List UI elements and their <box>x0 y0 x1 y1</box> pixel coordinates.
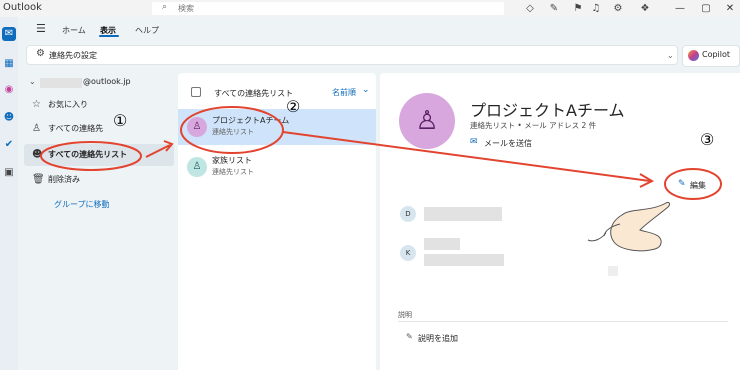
list-header: すべての連絡先リスト <box>214 89 294 98</box>
folder-deleted[interactable]: 🗑 削除済み <box>24 169 176 191</box>
list-item-type: 連絡先リスト <box>212 168 254 176</box>
chevron-expand-icon[interactable]: ⌄ <box>29 77 36 86</box>
apps-icon[interactable]: ▣ <box>2 166 16 180</box>
ribbon: ⚙ 連絡先の設定 ⌄ <box>26 45 678 65</box>
edit-button[interactable]: 編集 <box>690 180 706 191</box>
person-icon: ♙ <box>32 123 41 134</box>
account-email[interactable]: @outlook.jp <box>83 77 131 86</box>
mail-icon: ✉ <box>470 137 478 147</box>
copilot-rail-icon[interactable]: ◉ <box>2 83 16 97</box>
list-item[interactable]: ♙ プロジェクトAチーム 連絡先リスト <box>178 109 376 145</box>
account-name-redacted <box>40 78 82 88</box>
member-name-redacted <box>424 238 460 250</box>
description-label: 説明 <box>398 311 412 319</box>
contact-list-avatar-large-icon: ♙ <box>399 93 455 149</box>
tab-home[interactable]: ホーム <box>62 25 86 36</box>
diamond-icon[interactable]: ◇ <box>522 1 538 16</box>
folder-all-contacts[interactable]: ♙ すべての連絡先 <box>24 118 176 140</box>
member-email-redacted <box>424 254 504 266</box>
contact-detail-pane: ♙ プロジェクトAチーム 連絡先リスト • メール アドレス 2 件 ✉ メール… <box>380 73 740 370</box>
app-rail: ✉ ▦ ◉ ☻ ✔ ▣ <box>0 17 18 370</box>
folder-pane: ⌄ @outlook.jp ☆ お気に入り ♙ すべての連絡先 ☻ すべての連絡先リス… <box>24 73 176 370</box>
pencil-icon: ✎ <box>678 179 686 189</box>
people-app-icon[interactable]: ☻ <box>2 111 16 125</box>
copilot-app-icon[interactable]: ❖ <box>637 1 653 16</box>
folder-favorites[interactable]: ☆ お気に入り <box>24 94 176 116</box>
contact-list-avatar-icon: ♙ <box>187 157 207 177</box>
star-icon: ☆ <box>32 99 41 110</box>
tab-help[interactable]: ヘルプ <box>135 25 159 36</box>
calendar-app-icon[interactable]: ▦ <box>2 57 16 71</box>
app-title: Outlook <box>3 2 42 13</box>
list-item-type: 連絡先リスト <box>212 128 254 136</box>
chevron-down-icon[interactable]: ⌄ <box>667 51 674 60</box>
megaphone-icon[interactable]: ⚑ <box>570 1 586 16</box>
list-item-name: プロジェクトAチーム <box>212 116 290 125</box>
member-avatar: K <box>400 245 416 261</box>
trash-icon: 🗑 <box>32 174 45 185</box>
send-mail-button[interactable]: メールを送信 <box>484 138 532 149</box>
title-bar: Outlook ⌕ 検索 ◇ ✎ ⚑ ♫ ⚙ ❖ — ▢ ✕ <box>0 0 740 17</box>
hamburger-icon[interactable]: ☰ <box>36 22 46 35</box>
people-icon: ☻ <box>32 149 43 160</box>
list-item-name: 家族リスト <box>212 156 252 165</box>
bell-icon[interactable]: ♫ <box>588 1 604 16</box>
sort-chevron-icon[interactable]: ⌄ <box>362 85 370 95</box>
go-to-groups-link[interactable]: グループに移動 <box>54 199 110 210</box>
minimize-button[interactable]: — <box>666 0 694 17</box>
mail-app-icon[interactable]: ✉ <box>2 27 16 41</box>
member-avatar: D <box>400 206 416 222</box>
member-action-redacted <box>608 266 618 276</box>
contact-settings-button[interactable]: 連絡先の設定 <box>49 50 97 61</box>
divider <box>398 321 728 322</box>
tab-bar: ☰ ホーム 表示 ヘルプ <box>18 17 740 43</box>
active-tab-indicator <box>99 35 119 37</box>
copilot-label: Copilot <box>702 50 731 59</box>
detail-subtitle: 連絡先リスト • メール アドレス 2 件 <box>470 121 597 130</box>
todo-app-icon[interactable]: ✔ <box>2 138 16 152</box>
copilot-button[interactable]: Copilot <box>682 45 740 67</box>
close-button[interactable]: ✕ <box>716 0 740 17</box>
contact-list-avatar-icon: ♙ <box>187 117 207 137</box>
sort-button[interactable]: 名前順 <box>332 87 356 98</box>
pencil-small-icon: ✎ <box>406 332 413 341</box>
gear-icon[interactable]: ⚙ <box>610 1 626 16</box>
select-all-checkbox[interactable] <box>191 87 201 97</box>
search-input[interactable]: 検索 <box>178 3 194 14</box>
detail-title: プロジェクトAチーム <box>470 101 625 120</box>
search-box[interactable]: ⌕ 検索 <box>152 2 504 15</box>
search-icon: ⌕ <box>162 2 168 12</box>
settings-gear-icon: ⚙ <box>36 48 45 59</box>
copilot-icon <box>688 50 699 61</box>
member-name-redacted <box>424 207 502 221</box>
contact-list-pane: すべての連絡先リスト 名前順 ⌄ ♙ プロジェクトAチーム 連絡先リスト ♙ 家… <box>178 73 376 370</box>
add-description-button[interactable]: 説明を追加 <box>418 333 458 344</box>
notes-icon[interactable]: ✎ <box>546 1 562 16</box>
folder-all-contact-lists[interactable]: ☻ すべての連絡先リスト <box>24 144 174 166</box>
list-item[interactable]: ♙ 家族リスト 連絡先リスト <box>178 149 376 185</box>
